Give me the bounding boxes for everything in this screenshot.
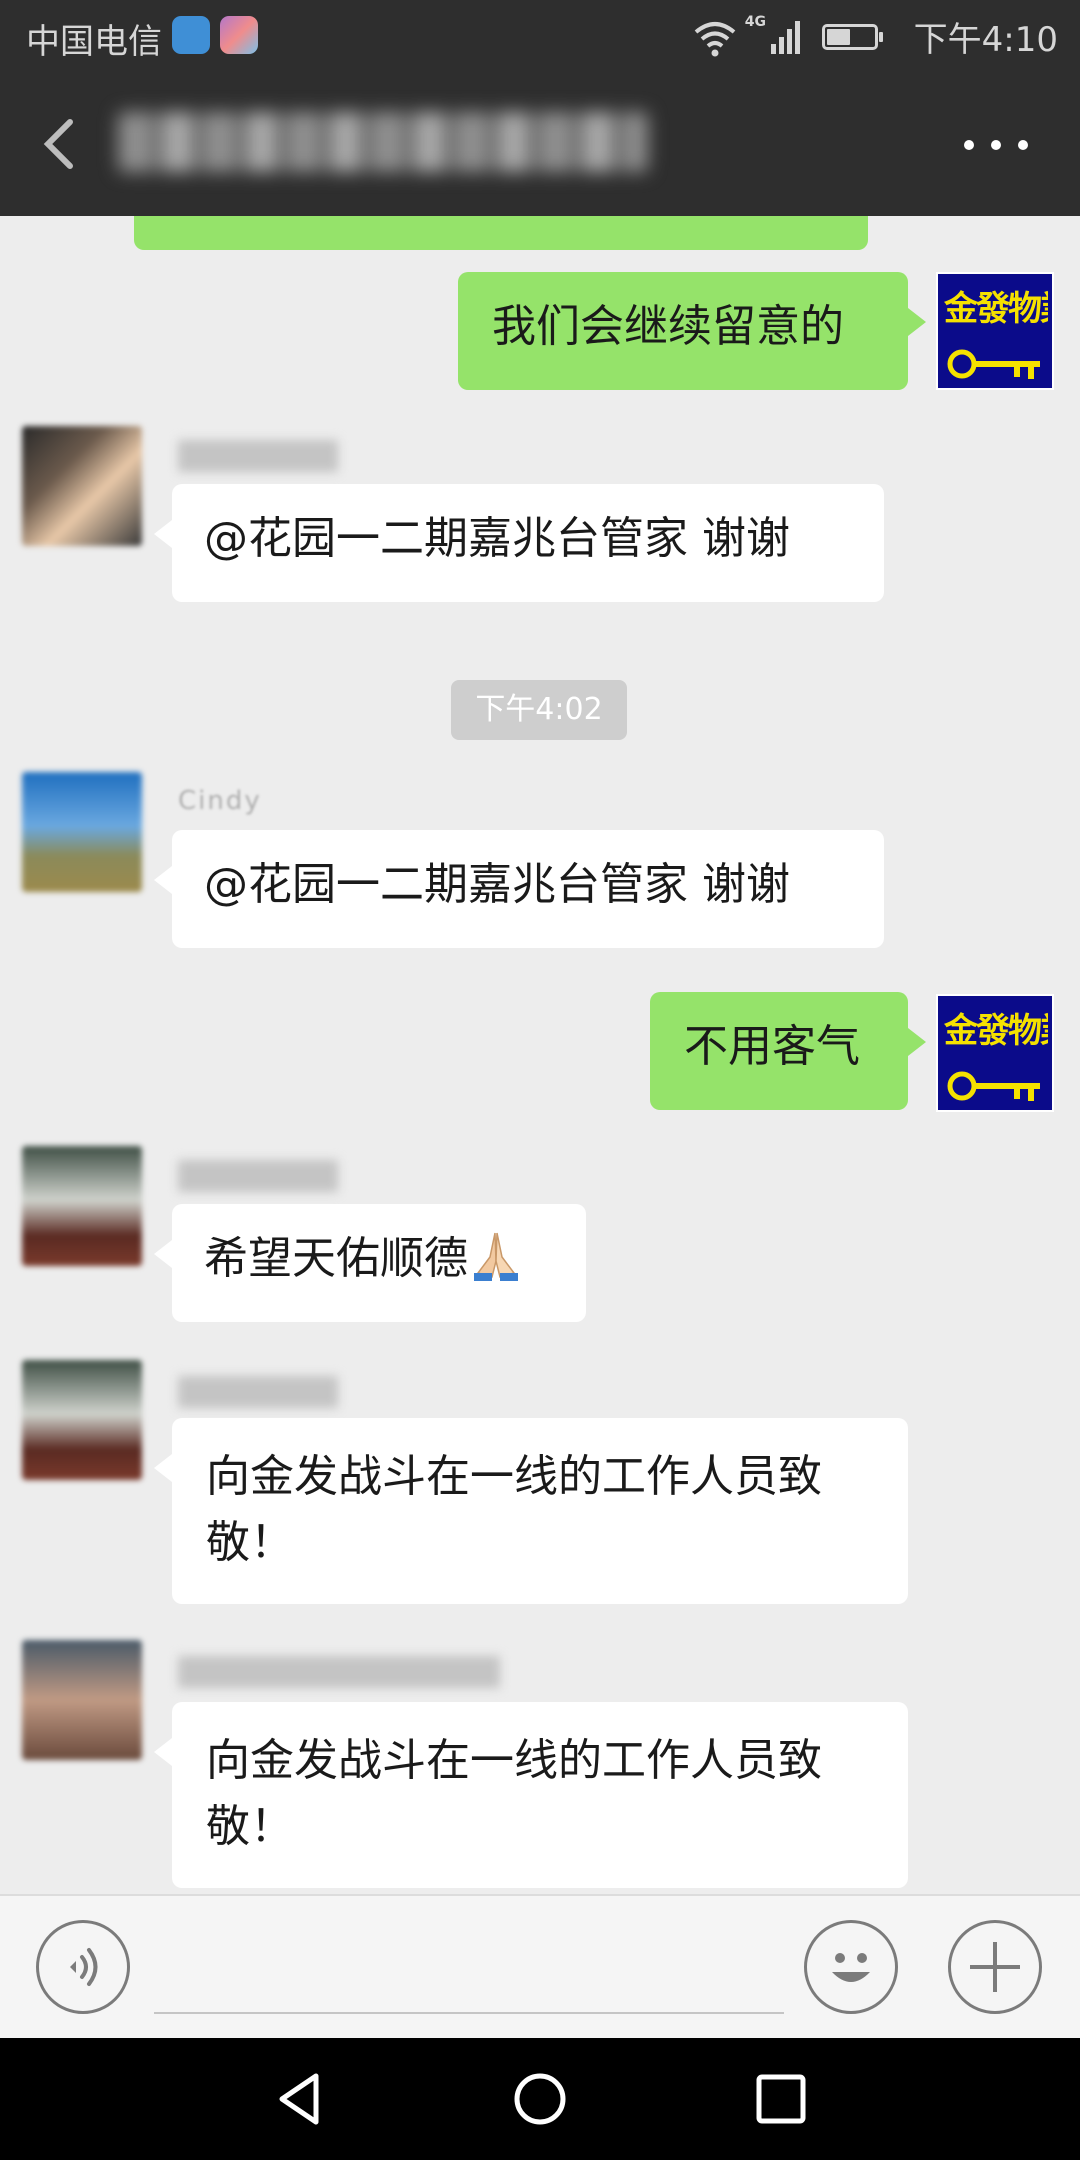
back-button[interactable]	[30, 112, 90, 176]
wifi-icon	[694, 22, 736, 57]
carrier-label: 中国电信	[26, 22, 162, 62]
message-text: 希望天佑顺德	[204, 1233, 468, 1284]
outgoing-message-partial[interactable]	[134, 216, 868, 250]
message-text: @花园一二期嘉兆台管家 谢谢	[204, 859, 790, 910]
sender-name	[178, 1376, 338, 1408]
message-text: 向金发战斗在一线的工作人员致敬！	[206, 1735, 822, 1852]
outgoing-message-bubble[interactable]: 不用客气	[650, 992, 926, 1110]
nav-back-button[interactable]	[268, 2066, 334, 2132]
chat-header	[0, 72, 1080, 216]
more-dots-icon	[1018, 140, 1028, 150]
network-type-label: 4G	[744, 14, 766, 30]
sender-avatar[interactable]	[22, 1146, 142, 1266]
nav-home-button[interactable]	[507, 2066, 573, 2132]
message-input-bar	[0, 1894, 1080, 2038]
incoming-message-bubble[interactable]: 希望天佑顺德	[154, 1204, 586, 1322]
message-text: 不用客气	[684, 1021, 860, 1072]
status-clock: 下午4:10	[913, 20, 1058, 60]
more-dots-icon	[991, 140, 1001, 150]
incoming-message-bubble[interactable]: 向金发战斗在一线的工作人员致敬！	[154, 1702, 908, 1888]
voice-icon	[70, 1948, 98, 1986]
sender-name	[178, 1656, 500, 1688]
sender-avatar[interactable]	[22, 1640, 142, 1760]
message-text-input[interactable]	[154, 1916, 784, 2014]
sender-name	[178, 1160, 338, 1192]
sender-avatar[interactable]	[22, 772, 142, 892]
plus-icon	[970, 1942, 1020, 1992]
message-text: 向金发战斗在一线的工作人员致敬！	[206, 1451, 822, 1568]
sender-avatar[interactable]	[22, 426, 142, 546]
status-icons: 4G 下午4:10	[538, 12, 1058, 60]
key-icon	[947, 349, 1040, 379]
more-dots-icon	[964, 140, 974, 150]
key-icon	[947, 1071, 1040, 1101]
status-bar: 中国电信 4G 下午4:10	[0, 0, 1080, 72]
more-functions-button[interactable]	[948, 1920, 1042, 2014]
incoming-message-bubble[interactable]: @花园一二期嘉兆台管家 谢谢	[154, 830, 884, 948]
brand-logo-text: 金發物業	[944, 1011, 1048, 1051]
timestamp-divider: 下午4:02	[451, 680, 627, 740]
battery-icon	[822, 24, 883, 50]
chat-title	[118, 112, 648, 172]
smiley-icon	[832, 1953, 870, 1982]
emoji-button[interactable]	[804, 1920, 898, 2014]
folded-hands-emoji	[474, 1232, 518, 1281]
my-avatar[interactable]: 金發物業	[936, 994, 1054, 1112]
message-text: 我们会继续留意的	[492, 301, 844, 352]
outgoing-message-bubble[interactable]: 我们会继续留意的	[458, 272, 926, 390]
message-text: @花园一二期嘉兆台管家 谢谢	[204, 513, 790, 564]
voice-input-button[interactable]	[36, 1920, 130, 2014]
system-navigation-bar	[0, 2038, 1080, 2160]
incoming-message-bubble[interactable]: 向金发战斗在一线的工作人员致敬！	[154, 1418, 908, 1604]
app-notification-icon	[220, 16, 258, 54]
my-avatar[interactable]: 金發物業	[936, 272, 1054, 390]
incoming-message-bubble[interactable]: @花园一二期嘉兆台管家 谢谢	[154, 484, 884, 602]
app-notification-icon	[172, 16, 210, 54]
sender-name	[178, 440, 338, 472]
chat-message-list[interactable]: 我们会继续留意的 金發物業 @花园一二期嘉兆台管家 谢谢 下午4:02 Cind…	[0, 216, 1080, 1894]
signal-strength-icon	[771, 21, 800, 54]
brand-logo-text: 金發物業	[944, 289, 1048, 329]
more-options-button[interactable]	[964, 130, 1034, 160]
nav-recent-apps-button[interactable]	[748, 2066, 814, 2132]
sender-name: Cindy	[178, 786, 262, 816]
sender-avatar[interactable]	[22, 1360, 142, 1480]
